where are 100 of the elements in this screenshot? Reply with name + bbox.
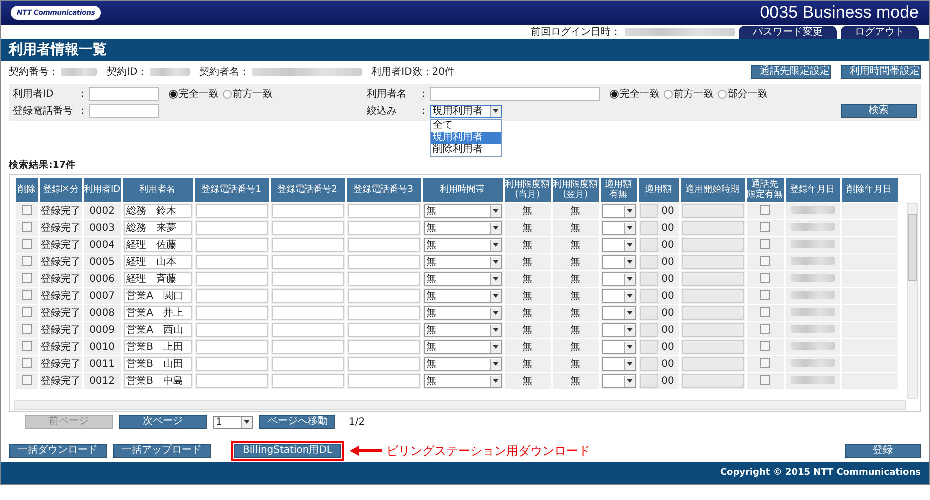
bulk-button[interactable]: 一括ダウンロード [9,444,107,458]
delete-checkbox[interactable] [22,340,32,350]
start-period-select[interactable] [682,357,744,371]
radio-button[interactable] [223,90,232,98]
restriction-checkbox[interactable] [760,324,770,334]
delete-checkbox[interactable] [22,272,32,282]
amount-select[interactable] [602,306,636,320]
amount-field[interactable] [640,272,658,286]
settings-button[interactable]: 通話先限定設定 [751,65,831,79]
input-field[interactable] [430,87,600,101]
amount-field[interactable] [640,238,658,252]
amount-field[interactable] [640,255,658,269]
amount-field[interactable] [640,374,658,388]
amount-select[interactable] [602,272,636,286]
phone-field[interactable] [272,272,344,286]
dropdown-option[interactable]: 全て [431,120,501,132]
download-button[interactable]: BillingStation用DL [234,444,342,458]
start-period-select[interactable] [682,306,744,320]
phone-field[interactable] [272,357,344,371]
phone-field[interactable] [272,255,344,269]
phone-field[interactable] [272,221,344,235]
go-to-page-button[interactable]: ページへ移動 [259,415,335,429]
restriction-checkbox[interactable] [760,290,770,300]
amount-select[interactable] [602,374,636,388]
phone-field[interactable] [196,323,268,337]
settings-button[interactable]: 利用時間帯設定 [841,65,921,79]
amount-select[interactable] [602,323,636,337]
phone-field[interactable] [196,306,268,320]
time-band-select[interactable]: 無 [424,272,502,286]
name-field[interactable]: 総務 鈴木 [124,204,192,218]
phone-field[interactable] [272,289,344,303]
start-period-select[interactable] [682,221,744,235]
name-field[interactable]: 営業A 西山 [124,323,192,337]
time-band-select[interactable]: 無 [424,204,502,218]
phone-field[interactable] [272,238,344,252]
phone-field[interactable] [348,204,420,218]
amount-field[interactable] [640,289,658,303]
amount-select[interactable] [602,255,636,269]
time-band-select[interactable]: 無 [424,238,502,252]
restriction-checkbox[interactable] [760,204,770,214]
next-page-button[interactable]: 次ページ [119,415,207,429]
radio-button[interactable] [664,90,673,98]
phone-field[interactable] [272,323,344,337]
time-band-select[interactable]: 無 [424,357,502,371]
delete-checkbox[interactable] [22,238,32,248]
restriction-checkbox[interactable] [760,256,770,266]
phone-field[interactable] [348,357,420,371]
amount-select[interactable] [602,204,636,218]
phone-field[interactable] [348,289,420,303]
phone-field[interactable] [348,272,420,286]
register-button[interactable]: 登録 [845,444,921,458]
restriction-checkbox[interactable] [760,222,770,232]
name-field[interactable]: 営業A 井上 [124,306,192,320]
phone-field[interactable] [196,340,268,354]
filter-select[interactable]: 現用利用者 [430,104,502,118]
time-band-select[interactable]: 無 [424,221,502,235]
phone-field[interactable] [196,204,268,218]
restriction-checkbox[interactable] [760,306,770,316]
restriction-checkbox[interactable] [760,374,770,384]
horizontal-scrollbar[interactable] [14,400,906,410]
phone-field[interactable] [196,221,268,235]
start-period-select[interactable] [682,238,744,252]
amount-select[interactable] [602,238,636,252]
phone-field[interactable] [272,204,344,218]
delete-checkbox[interactable] [22,324,32,334]
phone-field[interactable] [348,323,420,337]
delete-checkbox[interactable] [22,256,32,266]
name-field[interactable]: 営業B 山田 [124,357,192,371]
amount-field[interactable] [640,204,658,218]
restriction-checkbox[interactable] [760,358,770,368]
name-field[interactable]: 総務 来夢 [124,221,192,235]
start-period-select[interactable] [682,204,744,218]
name-field[interactable]: 経理 山本 [124,255,192,269]
phone-field[interactable] [272,340,344,354]
input-field[interactable] [89,104,159,118]
name-field[interactable]: 経理 佐藤 [124,238,192,252]
radio-button[interactable] [169,90,178,98]
amount-select[interactable] [602,221,636,235]
delete-checkbox[interactable] [22,290,32,300]
name-field[interactable]: 営業A 関口 [124,289,192,303]
start-period-select[interactable] [682,255,744,269]
phone-field[interactable] [196,255,268,269]
phone-field[interactable] [196,374,268,388]
amount-field[interactable] [640,357,658,371]
radio-button[interactable] [718,90,727,98]
start-period-select[interactable] [682,289,744,303]
amount-field[interactable] [640,221,658,235]
delete-checkbox[interactable] [22,374,32,384]
name-field[interactable]: 経理 斉藤 [124,272,192,286]
amount-select[interactable] [602,357,636,371]
delete-checkbox[interactable] [22,306,32,316]
time-band-select[interactable]: 無 [424,255,502,269]
vertical-scrollbar[interactable] [907,203,918,399]
start-period-select[interactable] [682,340,744,354]
delete-checkbox[interactable] [22,222,32,232]
time-band-select[interactable]: 無 [424,374,502,388]
start-period-select[interactable] [682,374,744,388]
header-tab[interactable]: ログアウト [841,26,919,38]
time-band-select[interactable]: 無 [424,323,502,337]
phone-field[interactable] [348,340,420,354]
